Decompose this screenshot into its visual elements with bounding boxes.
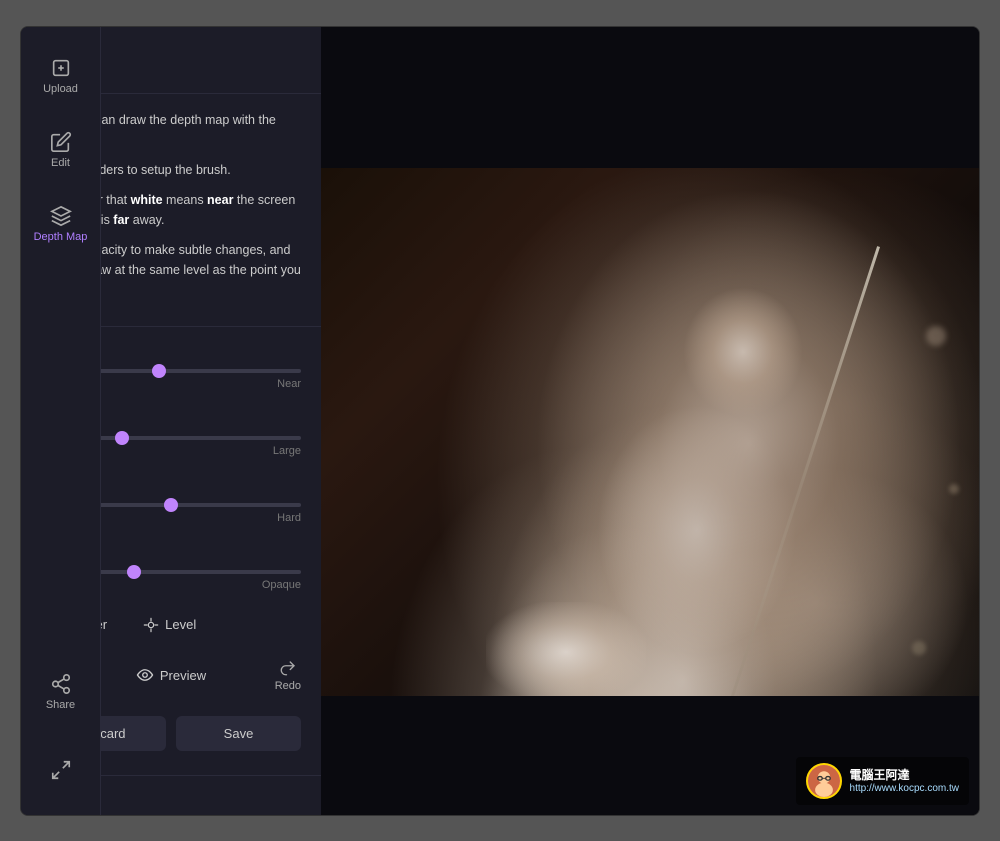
opacity-max-label: Opaque bbox=[262, 579, 301, 591]
nav-depth-map-label: Depth Map bbox=[34, 231, 88, 243]
level-button[interactable]: Level bbox=[135, 613, 204, 637]
watermark-avatar bbox=[806, 763, 842, 799]
watermark-info: 電腦王阿達 http://www.kocpc.com.tw bbox=[850, 767, 959, 795]
bokeh-3 bbox=[949, 484, 959, 494]
edit-nav-icon bbox=[50, 131, 72, 153]
redo-button[interactable]: Redo bbox=[275, 659, 301, 692]
avatar-icon bbox=[808, 763, 840, 799]
nav-upload-label: Upload bbox=[43, 83, 78, 95]
preview-label: Preview bbox=[160, 668, 206, 683]
watermark: 電腦王阿達 http://www.kocpc.com.tw bbox=[796, 757, 969, 805]
canvas-area[interactable]: 電腦王阿達 http://www.kocpc.com.tw bbox=[321, 27, 979, 815]
save-button[interactable]: Save bbox=[176, 716, 301, 751]
watermark-url: http://www.kocpc.com.tw bbox=[850, 783, 959, 794]
nav-share[interactable]: Share bbox=[21, 659, 101, 725]
top-dark-strip bbox=[321, 27, 979, 169]
level-icon bbox=[143, 617, 159, 633]
watermark-site: 電腦王阿達 bbox=[850, 767, 959, 784]
depth-max-label: Near bbox=[277, 378, 301, 390]
main-content: 電腦王阿達 http://www.kocpc.com.tw bbox=[321, 27, 979, 815]
hardness-max-label: Hard bbox=[277, 512, 301, 524]
left-nav: Upload Edit Depth Map bbox=[21, 27, 101, 815]
nav-edit[interactable]: Edit bbox=[21, 117, 101, 183]
bokeh-1 bbox=[926, 326, 946, 346]
upload-nav-icon bbox=[50, 57, 72, 79]
redo-icon bbox=[279, 659, 297, 677]
depth-map-nav-icon bbox=[50, 205, 72, 227]
fullscreen-nav-icon bbox=[50, 759, 72, 781]
level-label: Level bbox=[165, 617, 196, 632]
preview-icon bbox=[136, 666, 154, 684]
nav-fullscreen[interactable] bbox=[21, 745, 101, 795]
size-max-label: Large bbox=[273, 445, 301, 457]
nav-upload[interactable]: Upload bbox=[21, 43, 101, 109]
share-nav-label: Share bbox=[46, 699, 75, 711]
nav-depth-map[interactable]: Depth Map bbox=[21, 191, 101, 257]
nav-edit-label: Edit bbox=[51, 157, 70, 169]
share-nav-icon bbox=[50, 673, 72, 695]
preview-button[interactable]: Preview bbox=[136, 666, 206, 684]
redo-label: Redo bbox=[275, 680, 301, 692]
nav-bottom: Share bbox=[21, 659, 101, 795]
